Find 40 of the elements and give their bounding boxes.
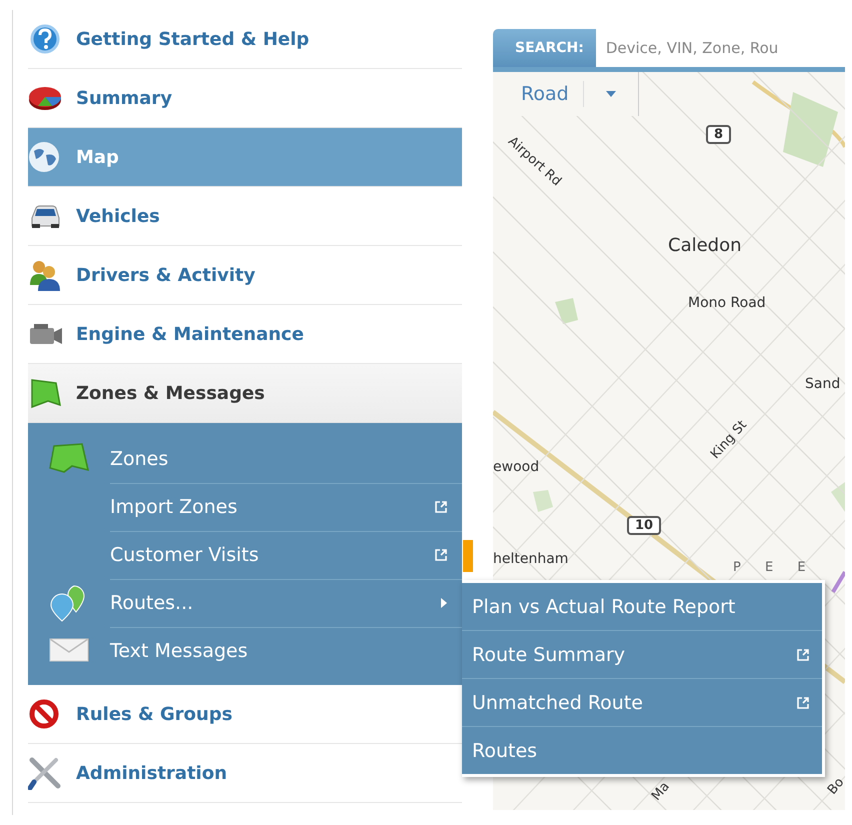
nav-item[interactable]: Administration — [28, 744, 462, 803]
tools-icon — [28, 756, 62, 790]
external-link-icon — [434, 500, 448, 514]
map-label: Bo — [825, 775, 845, 798]
submenu-item[interactable]: Plan vs Actual Route Report — [462, 583, 822, 631]
nav-item[interactable]: Map — [28, 128, 462, 187]
submenu-item[interactable]: Routes... — [28, 579, 462, 627]
external-link-icon — [796, 696, 810, 710]
tab-marker — [463, 540, 473, 572]
map-label: heltenham — [493, 551, 568, 567]
external-link-icon — [434, 548, 448, 562]
nav-item[interactable]: Vehicles — [28, 187, 462, 246]
map-type-button[interactable]: Road — [493, 81, 584, 107]
submenu-item[interactable]: Customer Visits — [28, 531, 462, 579]
globe-icon — [28, 141, 62, 173]
map-label: 10 — [627, 516, 662, 535]
submenu-arrow-icon — [440, 598, 448, 608]
map-label: ewood — [493, 459, 540, 475]
map-label: P E E — [733, 560, 816, 575]
map-label: Mono Road — [688, 295, 766, 311]
nav-item[interactable]: Drivers & Activity — [28, 246, 462, 305]
nav-item[interactable]: Rules & Groups — [28, 685, 462, 744]
help-icon — [28, 24, 62, 54]
pie-chart-icon — [28, 84, 62, 112]
map-label: Sand — [805, 376, 840, 392]
submenu-item[interactable]: Unmatched Route — [462, 679, 822, 727]
submenu-item[interactable]: Route Summary — [462, 631, 822, 679]
map-label: Caledon — [668, 235, 742, 256]
map-label: Ma — [649, 779, 673, 804]
envelope-icon — [49, 638, 89, 664]
submenu-item[interactable]: Zones — [28, 435, 462, 483]
nav-item[interactable]: Getting Started & Help — [28, 10, 462, 69]
map-label: 8 — [706, 125, 732, 144]
submenu-item[interactable]: Import Zones — [28, 483, 462, 531]
external-link-icon — [796, 648, 810, 662]
people-icon — [28, 259, 62, 291]
submenu-item[interactable]: Routes — [462, 727, 822, 774]
submenu-item[interactable]: Text Messages — [28, 627, 462, 675]
nav-item[interactable]: Zones & Messages — [28, 364, 462, 423]
search-label: SEARCH: — [493, 29, 596, 67]
